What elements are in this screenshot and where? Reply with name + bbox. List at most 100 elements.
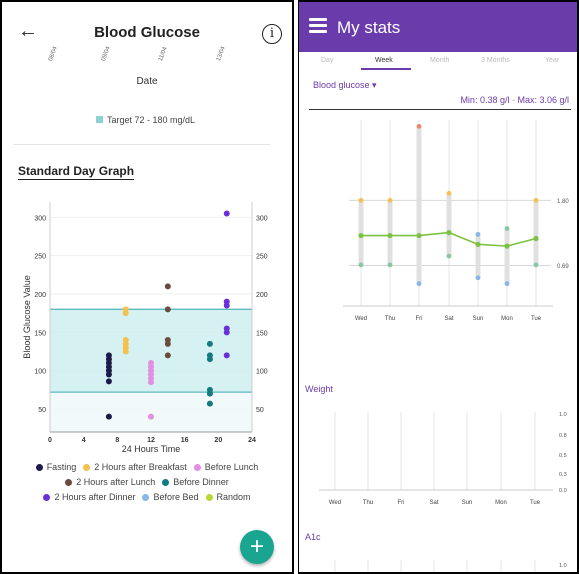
max-value: Max: 3.06 g/l	[517, 95, 569, 105]
a1c-chart: 1.0	[334, 560, 567, 572]
data-point	[164, 306, 171, 313]
page-title: Blood Glucose	[94, 24, 200, 41]
x-tick-label: Sat	[444, 316, 453, 322]
y-tick-label: 200	[34, 292, 46, 299]
range-marker	[533, 262, 539, 268]
y-tick-label: 0.3	[559, 472, 567, 478]
legend-row: 2 Hours after Dinner Before Bed Random	[2, 492, 292, 502]
legend-row: Fasting 2 Hours after Breakfast Before Lun…	[2, 462, 292, 472]
range-bar	[504, 228, 510, 284]
x-tick-label: 4	[82, 437, 86, 444]
y-tick-label: 0.8	[559, 433, 567, 439]
x-tick-label: Wed	[355, 316, 367, 322]
data-point	[122, 337, 129, 343]
data-point	[164, 283, 171, 290]
average-point	[416, 232, 422, 239]
y-tick-label-right: 250	[256, 254, 268, 261]
section-title: Standard Day Graph	[18, 164, 135, 180]
info-icon[interactable]: i	[262, 24, 282, 44]
target-label: Target 72 - 180 mg/dL	[107, 115, 196, 125]
y-tick-label: 0.0	[559, 488, 567, 494]
legend-label: 2 Hours after Lunch	[76, 477, 156, 487]
legend-item: Before Dinner	[162, 477, 229, 487]
range-marker	[475, 231, 481, 237]
data-point	[206, 340, 213, 347]
range-marker	[475, 275, 481, 281]
x-tick-label: 20	[214, 437, 222, 444]
legend-dot-icon	[43, 493, 51, 501]
range-marker	[387, 262, 393, 268]
data-point	[148, 360, 154, 366]
average-point	[504, 243, 510, 249]
data-point	[206, 352, 213, 359]
weight-chart: 1.0 0.8 0.5 0.3 0.0 Wed Thu Fri Sat Sun Mon Tue	[319, 412, 567, 506]
chart-legend: Fasting 2 Hours after Breakfast Before Lun…	[2, 462, 292, 507]
tab-3-months[interactable]: 3 Months	[481, 57, 510, 64]
y-tick-label-right: 50	[256, 407, 264, 414]
range-marker	[446, 253, 452, 259]
x-tick-label: 0	[48, 437, 52, 444]
y-tick-label: 50	[38, 407, 46, 414]
data-point	[105, 378, 112, 385]
metric-selector[interactable]: Blood glucose ▾	[313, 80, 377, 91]
data-point	[223, 210, 230, 217]
y-tick-label: 0.5	[559, 453, 567, 459]
average-point	[533, 235, 539, 242]
weekly-glucose-chart: 1.80 0.69 Wed Thu Fri Sat Sun Mon Tue	[343, 120, 569, 322]
y-tick-label-right: 300	[256, 215, 268, 222]
a1c-title: A1c	[305, 532, 321, 542]
target-legend: Target 72 - 180 mg/dL	[96, 115, 195, 125]
data-point	[223, 352, 230, 359]
range-marker	[504, 281, 510, 287]
app-title: My stats	[337, 18, 401, 37]
y-tick-label: 1.0	[559, 412, 567, 418]
legend-item: Before Bed	[142, 492, 199, 502]
my-stats-screen: My stats Day Week Month 3 Months Year Bl…	[298, 0, 579, 574]
y-tick-label: 100	[34, 369, 46, 376]
blood-glucose-screen: ← Blood Glucose i 08/04 09/04 11/04 13/0…	[0, 0, 294, 574]
legend-item: 2 Hours after Lunch	[65, 477, 155, 487]
x-tick-label: Thu	[385, 316, 395, 322]
legend-label: Before Lunch	[204, 462, 259, 472]
min-value: Min: 0.38 g/l	[460, 95, 510, 105]
x-tick-label: Sun	[462, 500, 473, 506]
range-marker	[358, 262, 364, 268]
data-point	[206, 386, 213, 393]
data-point	[105, 352, 112, 359]
x-tick-label: Sun	[473, 316, 484, 322]
target-swatch	[96, 116, 103, 123]
tab-month[interactable]: Month	[430, 57, 449, 64]
legend-dot-icon	[65, 478, 73, 486]
hamburger-menu-icon[interactable]	[309, 18, 327, 34]
y-tick-label: 150	[34, 330, 46, 337]
x-tick-label: Wed	[329, 500, 341, 506]
average-point	[446, 230, 452, 236]
tab-year[interactable]: Year	[545, 57, 559, 64]
tab-week[interactable]: Week	[375, 57, 393, 64]
x-axis-title: 24 Hours Time	[122, 444, 181, 452]
app-bar: My stats	[299, 2, 577, 52]
x-tick-label: Sat	[429, 500, 438, 506]
x-tick-label: 8	[115, 437, 119, 444]
below-target-area	[50, 392, 252, 432]
add-reading-button[interactable]: +	[240, 530, 274, 564]
x-tick-label: Tue	[530, 500, 541, 506]
legend-dot-icon	[83, 463, 91, 471]
data-point	[223, 325, 230, 332]
legend-label: Fasting	[46, 462, 77, 472]
y-tick-label: 300	[34, 215, 46, 222]
average-point	[475, 241, 481, 247]
legend-item: 2 Hours after Breakfast	[83, 462, 187, 472]
range-marker	[358, 197, 364, 203]
legend-label: Random	[216, 492, 251, 502]
y-tick-label-right: 150	[256, 330, 268, 337]
x-tick-label: Tue	[531, 316, 542, 322]
x-tick-label: Fri	[398, 500, 405, 506]
tab-day[interactable]: Day	[321, 57, 333, 64]
legend-label: Before Dinner	[173, 477, 229, 487]
legend-label: Before Bed	[153, 492, 199, 502]
date-axis-label: Date	[136, 76, 158, 87]
average-point	[358, 232, 364, 239]
data-point	[164, 337, 171, 343]
x-tick-label: Mon	[495, 500, 507, 506]
